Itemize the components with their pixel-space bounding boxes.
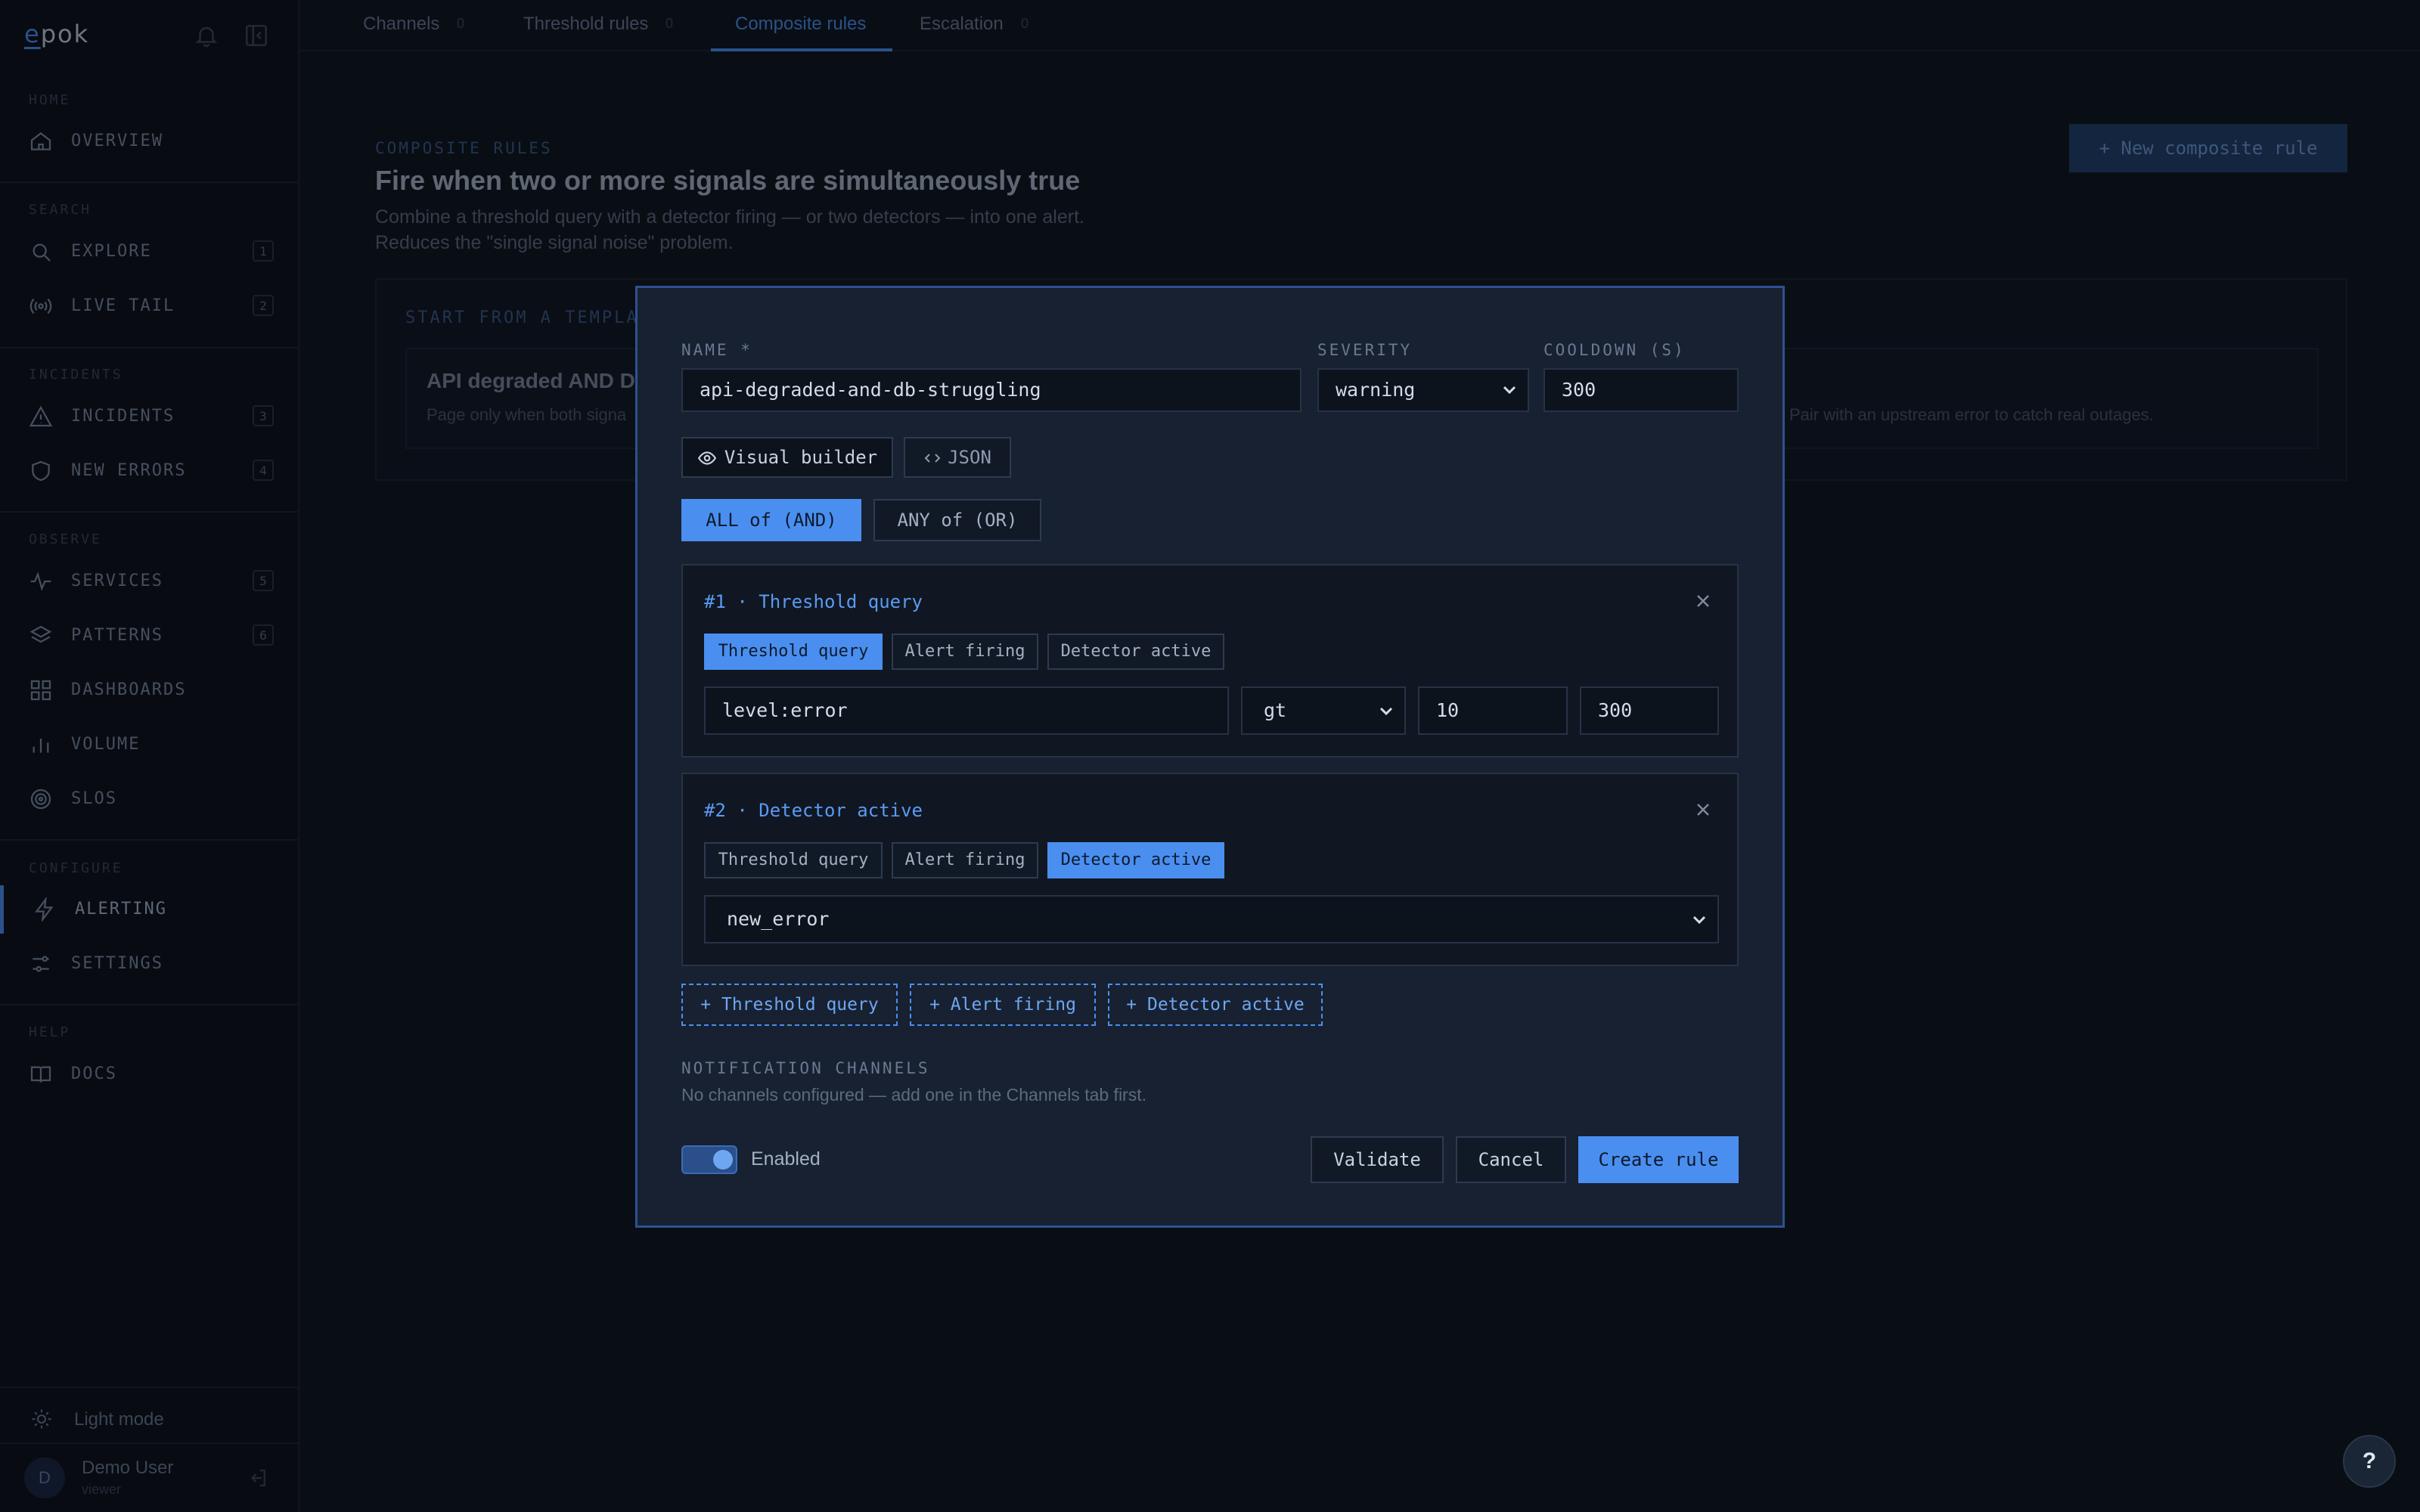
condition-card: #2 · Detector active Threshold query Ale… [681,773,1739,966]
type-threshold-query[interactable]: Threshold query [704,634,883,670]
json-label: JSON [948,447,991,468]
help-button[interactable]: ? [2343,1435,2396,1488]
condition-card: #1 · Threshold query Threshold query Ale… [681,564,1739,758]
channels-empty-message: No channels configured — add one in the … [681,1085,1146,1105]
cooldown-label: COOLDOWN (S) [1544,341,1686,359]
operator-select[interactable]: gt [1241,686,1406,735]
detector-value: new_error [727,908,830,930]
composite-rule-modal: NAME * api-degraded-and-db-struggling SE… [635,286,1785,1228]
chevron-down-icon [1692,915,1707,925]
detector-select[interactable]: new_error [704,895,1719,943]
operator-value: gt [1264,699,1287,721]
code-icon [923,449,942,467]
close-icon[interactable] [1695,801,1711,818]
condition-title: #1 · Threshold query [704,591,923,612]
add-threshold-query-button[interactable]: + Threshold query [681,984,898,1026]
severity-label: SEVERITY [1317,341,1413,359]
visual-builder-label: Visual builder [724,447,878,468]
type-threshold-query[interactable]: Threshold query [704,842,883,878]
type-alert-firing[interactable]: Alert firing [892,634,1038,670]
window-field[interactable]: 300 [1580,686,1719,735]
condition-title: #2 · Detector active [704,800,923,821]
add-detector-active-button[interactable]: + Detector active [1108,984,1323,1026]
name-field[interactable]: api-degraded-and-db-struggling [681,368,1302,412]
chevron-down-icon [1502,385,1517,395]
visual-builder-button[interactable]: Visual builder [681,437,893,478]
cancel-button[interactable]: Cancel [1456,1136,1566,1183]
cooldown-field[interactable]: 300 [1544,368,1739,412]
severity-select[interactable]: warning [1317,368,1529,412]
severity-value: warning [1336,379,1416,401]
eye-icon [697,448,717,468]
type-alert-firing[interactable]: Alert firing [892,842,1038,878]
enabled-label: Enabled [751,1148,821,1170]
chevron-down-icon [1379,706,1394,717]
add-alert-firing-button[interactable]: + Alert firing [910,984,1096,1026]
type-detector-active[interactable]: Detector active [1047,634,1224,670]
toggle-knob [713,1150,733,1170]
validate-button[interactable]: Validate [1311,1136,1444,1183]
json-mode-button[interactable]: JSON [904,437,1011,478]
enabled-toggle[interactable] [681,1145,737,1174]
all-of-and-button[interactable]: ALL of (AND) [681,499,861,541]
create-rule-button[interactable]: Create rule [1578,1136,1739,1183]
name-label: NAME * [681,341,752,359]
type-detector-active[interactable]: Detector active [1047,842,1224,878]
any-of-or-button[interactable]: ANY of (OR) [873,499,1041,541]
notification-channels-label: NOTIFICATION CHANNELS [681,1059,930,1077]
threshold-field[interactable]: 10 [1418,686,1568,735]
close-icon[interactable] [1695,593,1711,609]
query-field[interactable]: level:error [704,686,1229,735]
